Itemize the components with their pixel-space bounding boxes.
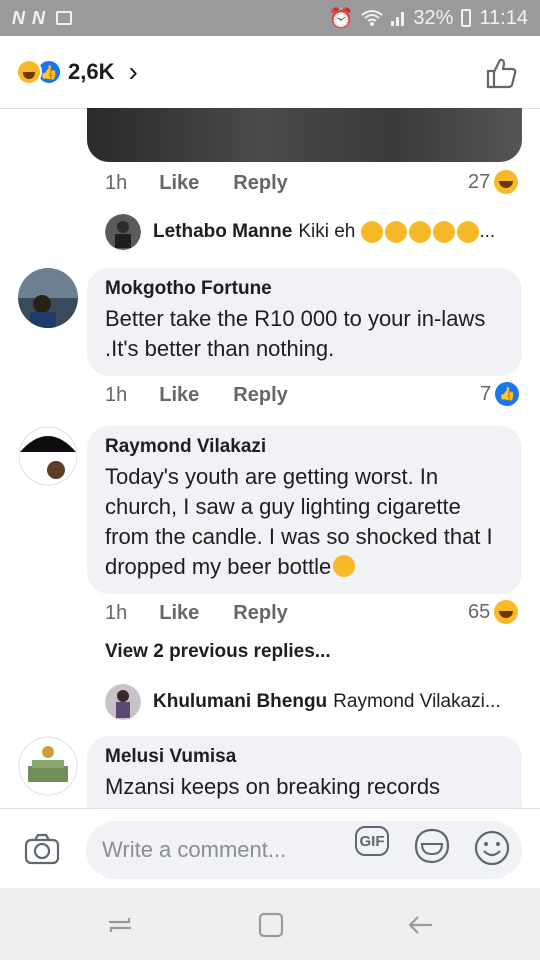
sticker-icon[interactable]	[414, 828, 450, 864]
reply-preview[interactable]: Khulumani Bhengu Raymond Vilakazi...	[105, 684, 501, 720]
comment-reaction-count[interactable]: 65	[468, 600, 519, 624]
comment-text: Today's youth are getting worst. In chur…	[105, 464, 493, 579]
avatar[interactable]	[18, 426, 78, 486]
reply-ellipsis: ...	[479, 221, 496, 242]
recent-apps-icon[interactable]	[105, 910, 135, 940]
chevron-right-icon[interactable]: ›	[128, 56, 137, 88]
reply-link[interactable]: Reply	[233, 172, 287, 195]
reply-link[interactable]: Reply	[233, 384, 287, 407]
reaction-count-text: 65	[468, 600, 491, 623]
back-icon[interactable]	[406, 910, 436, 940]
camera-icon[interactable]	[24, 833, 60, 865]
like-reaction-icon: 👍	[495, 382, 520, 406]
battery-percent: 32%	[413, 6, 454, 29]
avatar	[105, 214, 141, 250]
comment-bubble[interactable]: Mokgotho Fortune Better take the R10 000…	[87, 268, 522, 376]
comment-composer: Write a comment...	[0, 808, 540, 889]
comment-time: 1h	[105, 384, 128, 406]
status-left: N N	[0, 8, 72, 29]
reactions-header: 👍 2,6K ›	[0, 36, 540, 109]
reaction-icons[interactable]: 👍	[16, 59, 62, 85]
comment-placeholder: Write a comment...	[102, 837, 287, 862]
comment-body: Today's youth are getting worst. In chur…	[105, 462, 504, 582]
comment-bubble[interactable]: Raymond Vilakazi Today's youth are getti…	[87, 426, 522, 594]
system-nav-bar	[0, 888, 540, 960]
comments-list: 1h Like Reply 27 Lethabo Manne Kiki eh .…	[0, 108, 540, 808]
view-previous-replies-link[interactable]: View 2 previous replies...	[105, 641, 331, 663]
haha-reaction-icon	[494, 600, 519, 624]
like-link[interactable]: Like	[159, 172, 199, 195]
haha-reaction-icon	[16, 59, 42, 85]
reply-link[interactable]: Reply	[233, 602, 287, 625]
eye-roll-emoji-icon	[333, 555, 356, 577]
emoji-row	[361, 221, 480, 243]
comment-bubble[interactable]: Melusi Vumisa Mzansi keeps on breaking r…	[87, 736, 522, 808]
surprised-emoji-icon	[361, 221, 384, 243]
comment-text: Better take the R10 000 to your in-laws …	[105, 306, 486, 361]
alarm-icon: ⏰	[328, 7, 354, 30]
gallery-icon	[56, 11, 72, 25]
like-thumb-icon[interactable]	[484, 56, 518, 90]
reply-author[interactable]: Lethabo Manne	[153, 221, 292, 243]
rolling-laughing-emoji-icon	[433, 221, 456, 243]
avatar	[105, 684, 141, 720]
comment-input[interactable]: Write a comment...	[86, 821, 522, 879]
comment-actions: 1h Like Reply	[105, 384, 288, 407]
comment-time: 1h	[105, 602, 128, 624]
clock: 11:14	[479, 6, 528, 29]
like-link[interactable]: Like	[159, 384, 199, 407]
comment-reaction-count[interactable]: 27	[468, 170, 519, 194]
reply-text: Kiki eh	[298, 221, 356, 242]
reaction-total[interactable]: 2,6K	[68, 59, 114, 85]
app-notification-icons: N N	[12, 7, 46, 28]
signal-icon	[391, 12, 405, 26]
comment-actions: 1h Like Reply	[105, 602, 288, 625]
rolling-laughing-emoji-icon	[409, 221, 432, 243]
status-bar: N N ⏰ 32% 11:14	[0, 0, 540, 36]
reply-text: Raymond Vilakazi...	[333, 691, 501, 712]
gif-button[interactable]: GIF	[355, 826, 389, 856]
status-right: ⏰ 32% 11:14	[328, 6, 540, 31]
reply-author[interactable]: Khulumani Bhengu	[153, 691, 327, 713]
like-link[interactable]: Like	[159, 602, 199, 625]
haha-reaction-icon	[494, 170, 519, 194]
comment-reaction-count[interactable]: 7 👍	[480, 382, 520, 406]
comment-text: Mzansi keeps on breaking records	[105, 774, 441, 799]
reaction-count-text: 7	[480, 382, 492, 405]
emoji-icon[interactable]	[474, 830, 510, 866]
rolling-laughing-emoji-icon	[385, 221, 408, 243]
reply-preview[interactable]: Lethabo Manne Kiki eh ...	[105, 214, 495, 250]
rolling-laughing-emoji-icon	[457, 221, 480, 243]
wifi-icon	[361, 10, 384, 26]
comment-time: 1h	[105, 172, 128, 194]
comment-author[interactable]: Raymond Vilakazi	[105, 436, 504, 458]
avatar[interactable]	[18, 268, 78, 328]
reaction-count-text: 27	[468, 170, 491, 193]
comment-actions: 1h Like Reply	[105, 172, 288, 195]
comment-author[interactable]: Mokgotho Fortune	[105, 278, 504, 300]
battery-icon	[461, 9, 472, 27]
avatar[interactable]	[18, 736, 78, 796]
comment-photo[interactable]	[87, 108, 522, 162]
comment-author[interactable]: Melusi Vumisa	[105, 746, 504, 768]
home-icon[interactable]	[256, 910, 286, 940]
